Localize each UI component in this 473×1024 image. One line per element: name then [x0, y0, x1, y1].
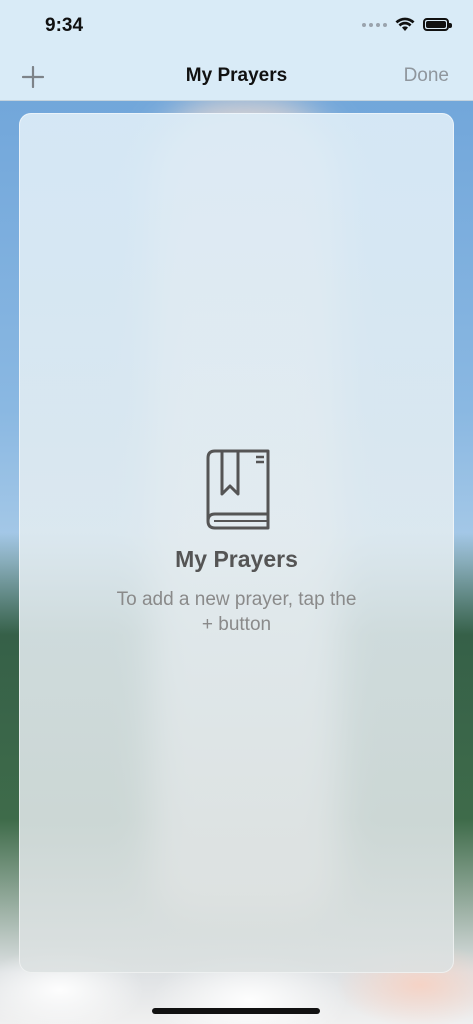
- empty-state: My Prayers To add a new prayer, tap the …: [19, 448, 454, 637]
- empty-state-message: To add a new prayer, tap the + button: [116, 589, 357, 635]
- empty-state-title: My Prayers: [175, 546, 298, 572]
- status-time: 9:34: [45, 15, 84, 36]
- prayers-card: My Prayers To add a new prayer, tap the …: [19, 113, 454, 973]
- status-bar: 9:34: [0, 0, 473, 54]
- status-icons: [362, 17, 452, 32]
- battery-icon: [423, 18, 452, 31]
- book-icon: [206, 449, 269, 530]
- navigation-bar: My Prayers Done: [0, 54, 473, 101]
- cellular-signal-icon: [362, 22, 387, 27]
- wifi-icon: [395, 17, 415, 31]
- page-title: My Prayers: [185, 65, 288, 86]
- done-button[interactable]: Done: [404, 65, 449, 87]
- home-indicator: [152, 1008, 320, 1014]
